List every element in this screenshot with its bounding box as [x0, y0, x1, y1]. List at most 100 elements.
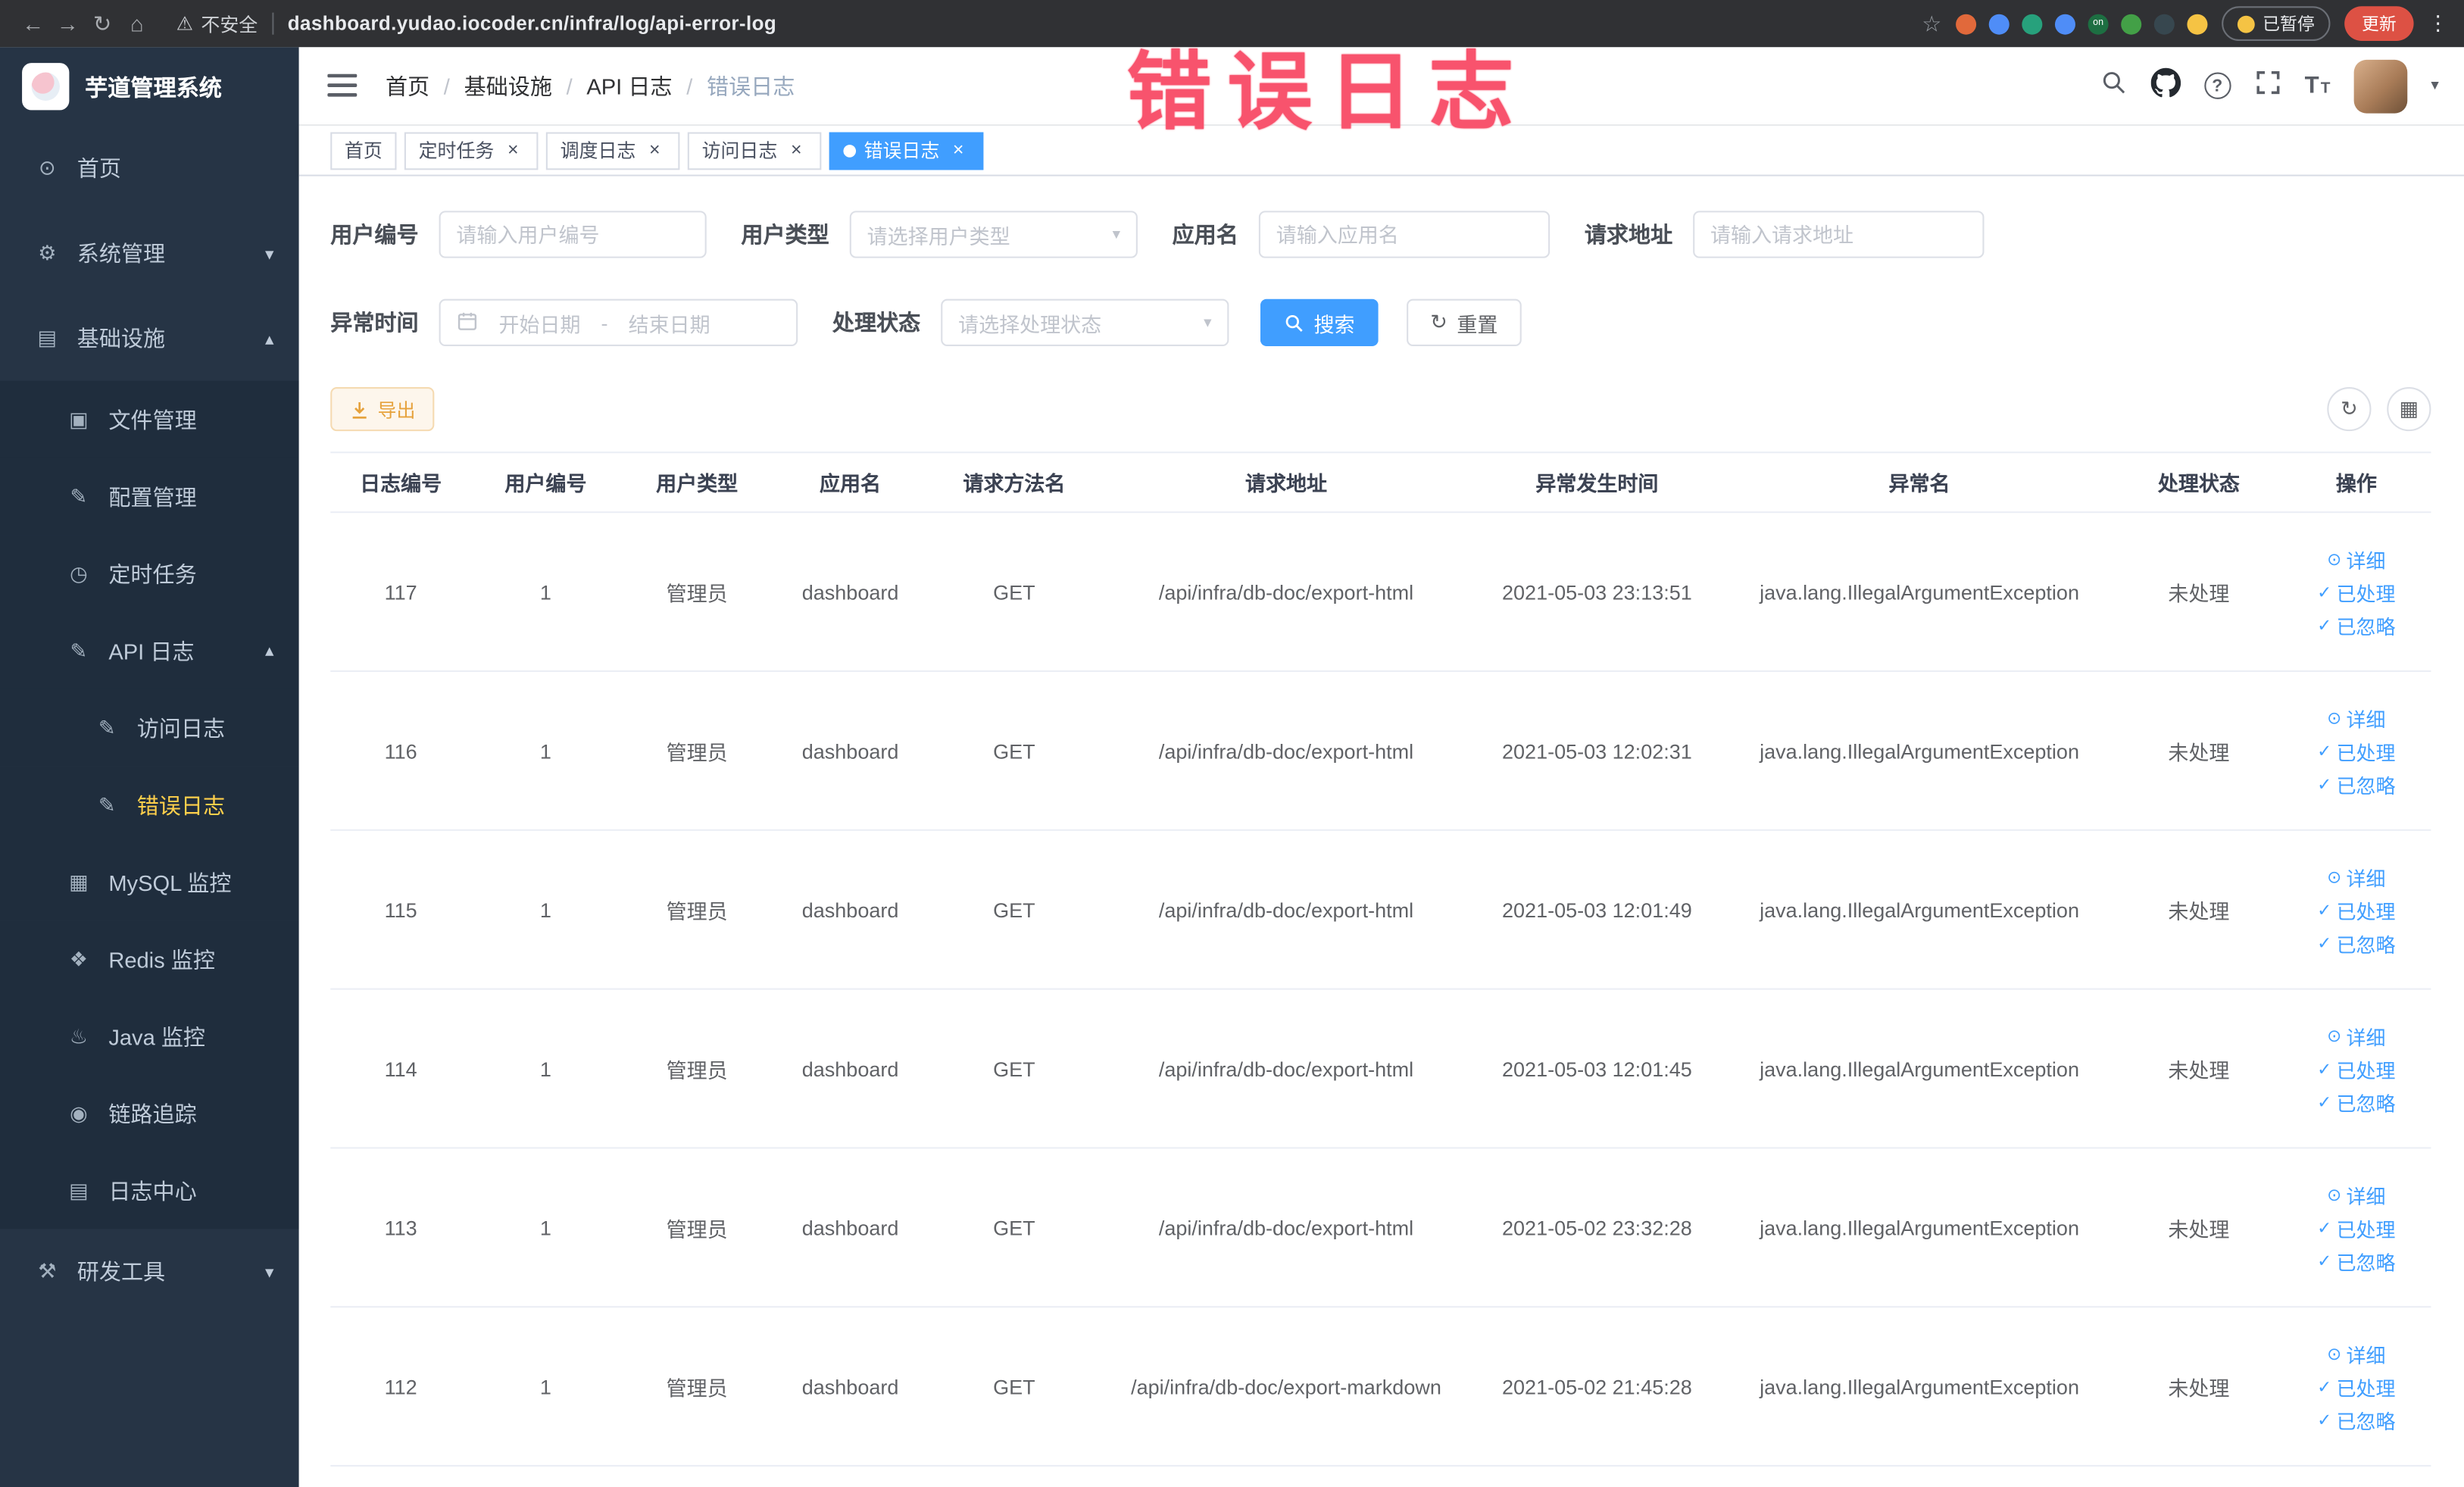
column-header[interactable]: 处理状态	[2116, 467, 2281, 497]
action-processed-link[interactable]: ✓ 已处理	[2317, 1213, 2395, 1242]
action-detail-link[interactable]: ⊙ 详细	[2327, 861, 2385, 891]
column-header[interactable]: 用户编号	[471, 467, 620, 497]
search-button[interactable]: 搜索	[1260, 298, 1379, 347]
export-button[interactable]: 导出	[330, 387, 435, 432]
user-type-select[interactable]: 请选择用户类型 ▾	[849, 211, 1138, 258]
fullscreen-icon[interactable]	[2254, 68, 2281, 103]
action-ignored-link[interactable]: ✓ 已忽略	[2317, 1404, 2395, 1434]
action-ignored-link[interactable]: ✓ 已忽略	[2317, 769, 2395, 798]
tab-home[interactable]: 首页	[330, 131, 397, 170]
caret-down-icon[interactable]: ▾	[2431, 77, 2438, 95]
sidebar-item-home[interactable]: ⊙ 首页	[0, 126, 299, 211]
action-detail-link[interactable]: ⊙ 详细	[2327, 1339, 2385, 1368]
tab-scheduled-tasks[interactable]: 定时任务 ×	[404, 131, 539, 170]
sidebar-item-scheduled-tasks[interactable]: ◷ 定时任务	[0, 535, 299, 613]
reset-button[interactable]: ↻ 重置	[1407, 298, 1522, 347]
bookmark-star-icon[interactable]: ☆	[1922, 11, 1941, 37]
close-icon[interactable]: ×	[785, 139, 807, 161]
close-icon[interactable]: ×	[948, 139, 970, 161]
request-url-input[interactable]	[1693, 211, 1985, 258]
hamburger-icon[interactable]	[327, 73, 358, 98]
font-size-icon[interactable]: T T	[2305, 74, 2331, 98]
refresh-table-button[interactable]: ↻	[2327, 387, 2372, 432]
home-browser-icon[interactable]: ⌂	[120, 11, 155, 36]
timer-icon: ◷	[70, 561, 88, 585]
action-ignored-link[interactable]: ✓ 已忽略	[2317, 610, 2395, 639]
tab-access-log[interactable]: 访问日志 ×	[687, 131, 822, 170]
sidebar-item-label: Java 监控	[108, 1023, 206, 1049]
tab-error-log[interactable]: 错误日志 ×	[829, 131, 984, 170]
close-icon[interactable]: ×	[644, 139, 666, 161]
column-visibility-button[interactable]: ▦	[2387, 387, 2431, 432]
action-detail-link[interactable]: ⊙ 详细	[2327, 544, 2385, 573]
github-icon[interactable]	[2150, 67, 2181, 105]
action-ignored-link[interactable]: ✓ 已忽略	[2317, 1245, 2395, 1275]
sidebar-item-mysql-monitor[interactable]: ▦ MySQL 监控	[0, 843, 299, 921]
tab-schedule-log[interactable]: 调度日志 ×	[545, 131, 680, 170]
update-button[interactable]: 更新	[2344, 6, 2414, 42]
extension-icon-paw[interactable]	[2153, 13, 2175, 34]
export-button-label: 导出	[377, 398, 416, 421]
back-icon[interactable]: ←	[16, 11, 51, 36]
close-icon[interactable]: ×	[502, 139, 524, 161]
check-icon: ✓	[2317, 1251, 2332, 1271]
column-header[interactable]: 异常名	[1723, 467, 2116, 497]
extension-icon-green-circle[interactable]	[2022, 13, 2043, 34]
exception-time-range-picker[interactable]: 开始日期 - 结束日期	[439, 298, 798, 347]
sidebar-item-access-log[interactable]: ✎ 访问日志	[0, 689, 299, 767]
app-name-input[interactable]	[1258, 211, 1551, 258]
extension-icon-emoji[interactable]	[2187, 13, 2208, 34]
action-processed-link[interactable]: ✓ 已处理	[2317, 1371, 2395, 1401]
browser-menu-kebab-icon[interactable]: ⋮	[2428, 11, 2448, 36]
sidebar-item-log-center[interactable]: ▤ 日志中心	[0, 1151, 299, 1229]
security-indicator[interactable]: ⚠ 不安全	[176, 11, 258, 37]
help-icon[interactable]: ?	[2203, 72, 2231, 99]
sidebar-item-infrastructure[interactable]: ▤ 基础设施 ▴	[0, 296, 299, 381]
action-detail-link[interactable]: ⊙ 详细	[2327, 703, 2385, 733]
extension-icon-orange[interactable]	[1956, 13, 1977, 34]
forward-icon[interactable]: →	[50, 11, 85, 36]
paused-badge[interactable]: 已暂停	[2222, 6, 2331, 42]
column-header[interactable]: 日志编号	[330, 467, 471, 497]
action-processed-link[interactable]: ✓ 已处理	[2317, 576, 2395, 606]
extension-icon-blue-grid[interactable]	[2054, 13, 2075, 34]
user-id-input[interactable]	[439, 211, 707, 258]
column-header[interactable]: 请求地址	[1101, 467, 1471, 497]
column-header[interactable]: 请求方法名	[927, 467, 1101, 497]
sidebar-item-java-monitor[interactable]: ♨ Java 监控	[0, 998, 299, 1075]
breadcrumb-item[interactable]: 首页	[386, 70, 429, 102]
extension-icon-blue-drop[interactable]	[1988, 13, 2010, 34]
table-toolbar: 导出 ↻ ▦	[330, 387, 2431, 432]
table-header-row: 日志编号 用户编号 用户类型 应用名 请求方法名 请求地址 异常发生时间 异常名 处理状态 操作	[330, 453, 2431, 514]
column-header[interactable]: 操作	[2281, 467, 2431, 497]
action-processed-link[interactable]: ✓ 已处理	[2317, 1054, 2395, 1083]
action-processed-link[interactable]: ✓ 已处理	[2317, 895, 2395, 924]
sidebar-item-error-log[interactable]: ✎ 错误日志	[0, 766, 299, 844]
extension-icon-sprout[interactable]	[2121, 13, 2142, 34]
sidebar-item-file-management[interactable]: ▣ 文件管理	[0, 380, 299, 458]
action-detail-link[interactable]: ⊙ 详细	[2327, 1179, 2385, 1209]
sidebar-item-api-log[interactable]: ✎ API 日志 ▴	[0, 612, 299, 689]
breadcrumb-item[interactable]: API 日志	[586, 70, 672, 102]
sidebar-item-system-management[interactable]: ⚙ 系统管理 ▾	[0, 211, 299, 295]
column-header[interactable]: 用户类型	[620, 467, 773, 497]
search-icon[interactable]	[2100, 68, 2127, 103]
breadcrumb-item[interactable]: 基础设施	[464, 70, 552, 102]
avatar[interactable]	[2353, 58, 2408, 113]
reload-icon[interactable]: ↻	[85, 11, 120, 37]
action-ignored-link[interactable]: ✓ 已忽略	[2317, 1086, 2395, 1116]
column-header[interactable]: 异常发生时间	[1471, 467, 1723, 497]
url-text[interactable]: dashboard.yudao.iocoder.cn/infra/log/api…	[288, 13, 776, 35]
sidebar-item-config-management[interactable]: ✎ 配置管理	[0, 458, 299, 536]
sidebar-item-redis-monitor[interactable]: ❖ Redis 监控	[0, 920, 299, 998]
process-status-select[interactable]: 请选择处理状态 ▾	[941, 298, 1229, 347]
sidebar-item-link-tracing[interactable]: ◉ 链路追踪	[0, 1074, 299, 1152]
action-ignored-link[interactable]: ✓ 已忽略	[2317, 928, 2395, 957]
action-processed-link[interactable]: ✓ 已处理	[2317, 736, 2395, 765]
column-header[interactable]: 应用名	[773, 467, 926, 497]
extension-icon-on-badge[interactable]: on	[2088, 13, 2109, 34]
sidebar-item-dev-tools[interactable]: ⚒ 研发工具 ▾	[0, 1229, 299, 1314]
table-row: 112 1 管理员 dashboard GET/api/infra/db-doc/exp…	[330, 1307, 2431, 1467]
logo[interactable]: 芋道管理系统	[0, 47, 299, 126]
action-detail-link[interactable]: ⊙ 详细	[2327, 1020, 2385, 1050]
